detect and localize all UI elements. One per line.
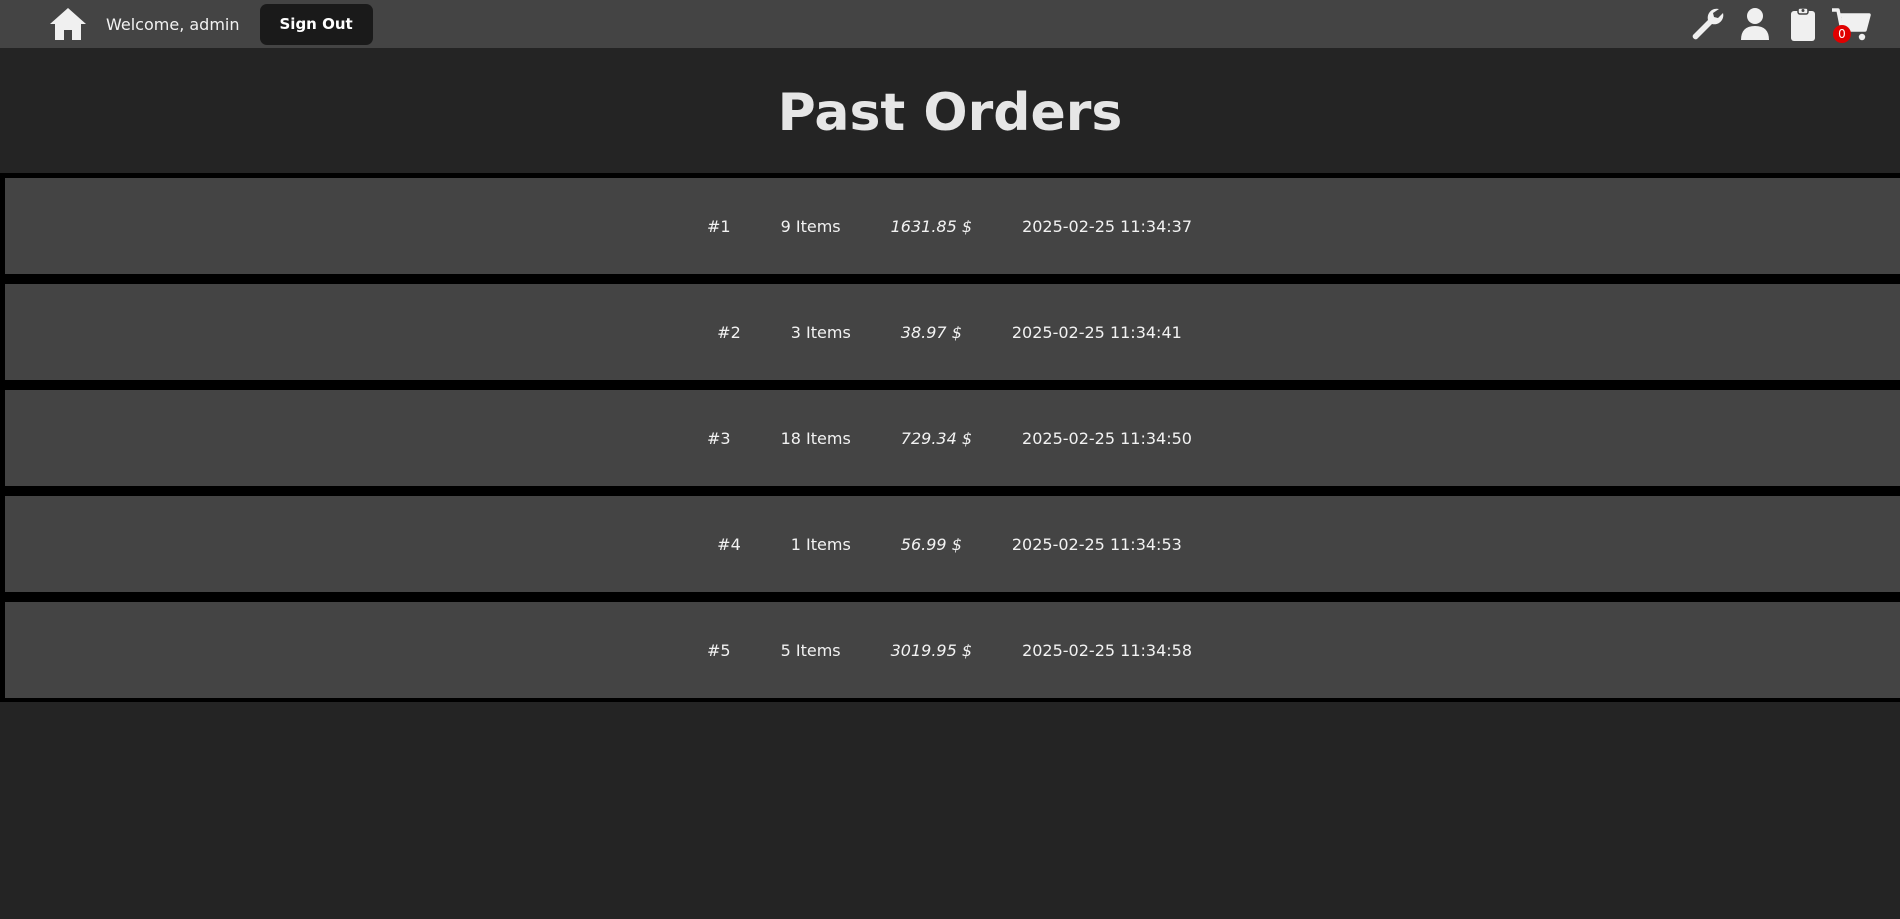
- order-items: 18 Items: [780, 428, 851, 448]
- user-icon[interactable]: [1735, 4, 1775, 44]
- order-row[interactable]: #4 1 Items 56.99 $ 2025-02-25 11:34:53: [5, 496, 1900, 592]
- clipboard-icon[interactable]: [1783, 4, 1823, 44]
- order-date: 2025-02-25 11:34:53: [1011, 534, 1182, 554]
- order-items: 9 Items: [780, 216, 841, 236]
- order-total: 3019.95 $: [890, 640, 973, 660]
- order-total: 56.99 $: [900, 534, 962, 554]
- order-items: 5 Items: [780, 640, 841, 660]
- order-date: 2025-02-25 11:34:58: [1022, 640, 1192, 660]
- cart-count-badge: 0: [1833, 25, 1851, 43]
- top-navbar: Welcome, admin Sign Out 0: [0, 0, 1900, 48]
- order-id: #2: [717, 322, 741, 342]
- sign-out-button[interactable]: Sign Out: [259, 3, 373, 45]
- wrench-icon[interactable]: [1687, 4, 1727, 44]
- order-row[interactable]: #3 18 Items 729.34 $ 2025-02-25 11:34:50: [5, 390, 1900, 486]
- order-total: 729.34 $: [900, 428, 973, 448]
- order-id: #3: [707, 428, 731, 448]
- order-id: #5: [707, 640, 731, 660]
- order-id: #1: [707, 216, 731, 236]
- order-row-content: #5 5 Items 3019.95 $ 2025-02-25 11:34:58: [5, 602, 1900, 698]
- home-icon[interactable]: [48, 4, 88, 44]
- cart-icon[interactable]: 0: [1831, 4, 1871, 44]
- order-total: 38.97 $: [900, 322, 962, 342]
- welcome-text: Welcome, admin: [106, 14, 240, 34]
- page-title: Past Orders: [777, 83, 1123, 143]
- order-date: 2025-02-25 11:34:41: [1011, 322, 1182, 342]
- order-row-content: #1 9 Items 1631.85 $ 2025-02-25 11:34:37: [5, 178, 1900, 274]
- order-row-content: #3 18 Items 729.34 $ 2025-02-25 11:34:50: [5, 390, 1900, 486]
- order-items: 3 Items: [790, 322, 851, 342]
- order-total: 1631.85 $: [890, 216, 973, 236]
- order-items: 1 Items: [790, 534, 851, 554]
- order-id: #4: [717, 534, 741, 554]
- orders-list: #1 9 Items 1631.85 $ 2025-02-25 11:34:37…: [0, 173, 1900, 702]
- nav-right: 0: [1679, 0, 1871, 48]
- order-row[interactable]: #5 5 Items 3019.95 $ 2025-02-25 11:34:58: [5, 602, 1900, 698]
- nav-left: Welcome, admin Sign Out: [48, 0, 373, 48]
- order-row-content: #4 1 Items 56.99 $ 2025-02-25 11:34:53: [5, 496, 1900, 592]
- order-row[interactable]: #1 9 Items 1631.85 $ 2025-02-25 11:34:37: [5, 178, 1900, 274]
- order-date: 2025-02-25 11:34:50: [1022, 428, 1192, 448]
- order-row[interactable]: #2 3 Items 38.97 $ 2025-02-25 11:34:41: [5, 284, 1900, 380]
- order-row-content: #2 3 Items 38.97 $ 2025-02-25 11:34:41: [5, 284, 1900, 380]
- order-date: 2025-02-25 11:34:37: [1022, 216, 1192, 236]
